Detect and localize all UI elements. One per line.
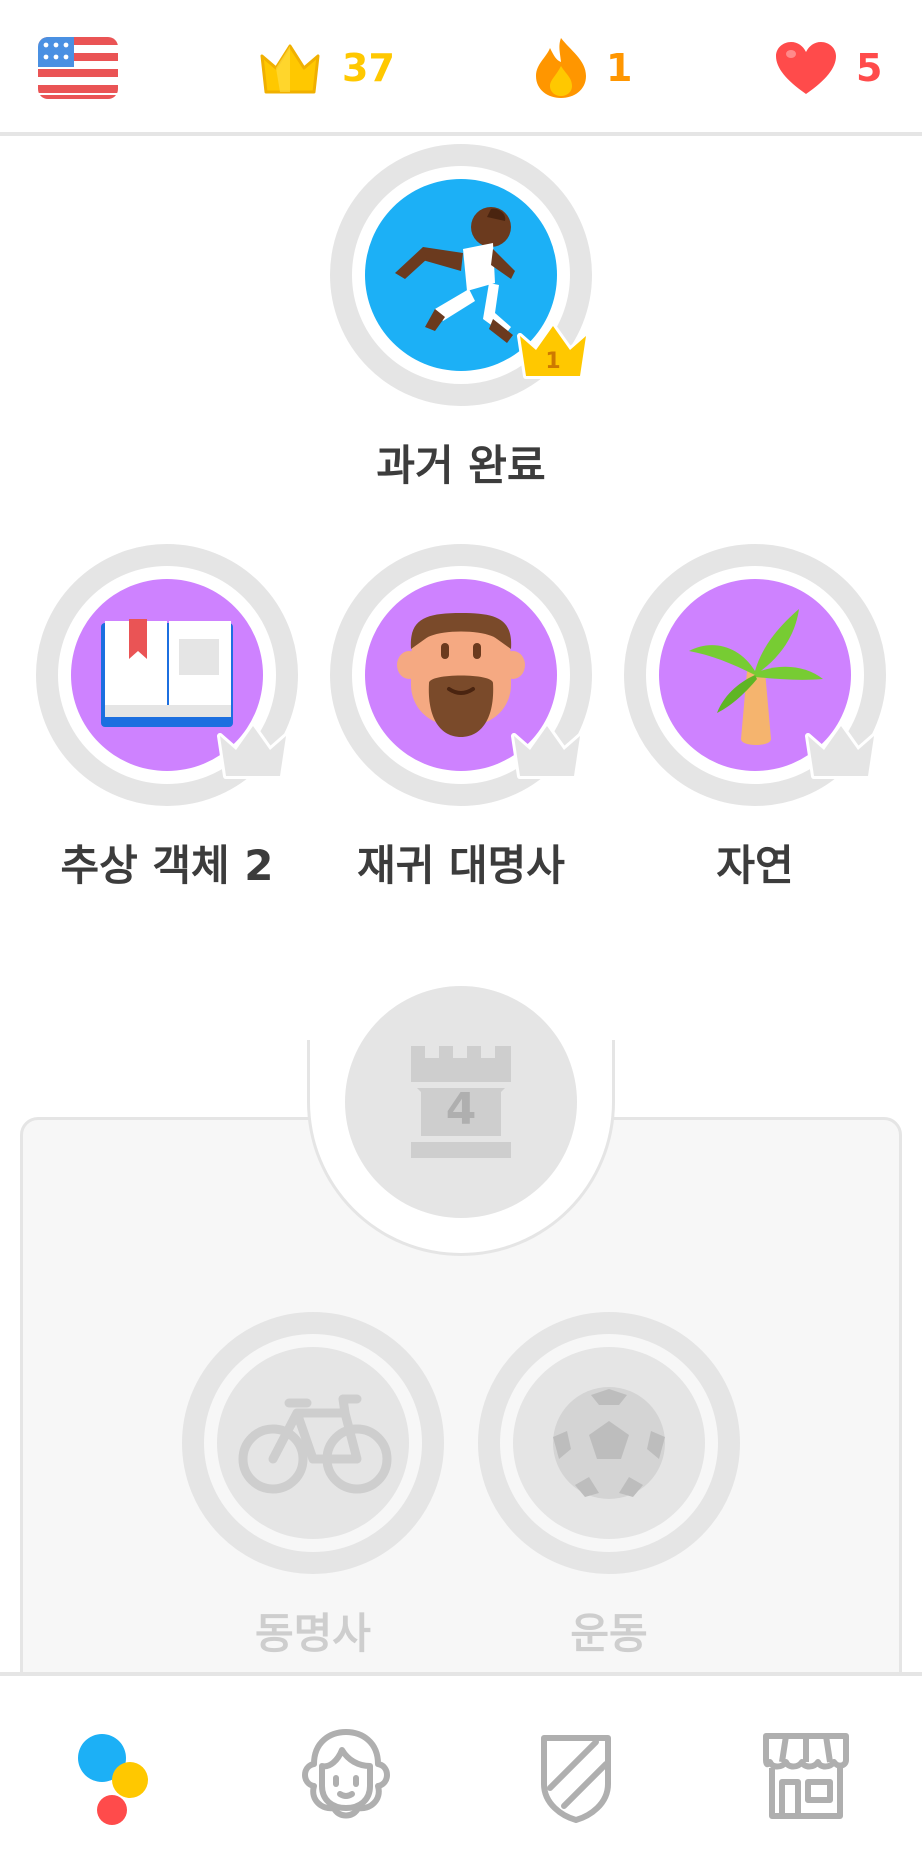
language-flag-button[interactable]	[38, 0, 118, 136]
crown-icon	[260, 44, 320, 94]
checkpoint-button[interactable]: 4	[345, 986, 577, 1218]
crown-icon	[805, 723, 877, 779]
nav-learn[interactable]	[62, 1726, 162, 1826]
streak-count: 1	[606, 46, 633, 90]
skill-disc	[513, 1347, 705, 1539]
nav-leaderboard[interactable]	[526, 1726, 626, 1826]
flame-icon	[536, 38, 586, 98]
skill-gerunds-locked[interactable]	[182, 1312, 444, 1574]
top-bar: 37 1 5	[0, 0, 922, 136]
skill-label: 동명사	[255, 1609, 371, 1658]
skill-label: 추상 객체 2	[60, 841, 274, 890]
skill-level-crown	[802, 720, 880, 786]
skill-nature[interactable]	[624, 544, 886, 806]
heart-icon	[776, 42, 836, 94]
learn-dots-icon	[78, 1734, 148, 1825]
skill-level-crown	[214, 720, 292, 786]
skill-level-crown	[508, 720, 586, 786]
skill-label: 과거 완료	[376, 441, 546, 490]
crown-icon	[217, 723, 289, 779]
soccer-ball-icon	[553, 1387, 665, 1499]
skill-label: 자연	[716, 841, 794, 890]
castle-icon: 4	[411, 1046, 511, 1158]
profile-icon	[302, 1729, 390, 1819]
hearts-counter[interactable]: 5	[774, 0, 882, 136]
bottom-navigation	[0, 1672, 922, 1863]
nav-profile[interactable]	[296, 1726, 396, 1826]
shield-icon	[541, 1735, 611, 1823]
skill-level-crown: 1	[514, 320, 592, 386]
skill-exercise-locked[interactable]	[478, 1312, 740, 1574]
checkpoint-number: 4	[446, 1084, 477, 1135]
skill-disc	[217, 1347, 409, 1539]
crown-icon: 1	[517, 323, 589, 379]
crowns-count: 37	[342, 46, 395, 90]
hearts-count: 5	[856, 46, 883, 90]
skill-label: 운동	[570, 1609, 648, 1658]
crown-icon	[511, 723, 583, 779]
streak-counter[interactable]: 1	[534, 0, 632, 136]
nav-shop[interactable]	[756, 1726, 856, 1826]
crowns-counter[interactable]: 37	[256, 0, 395, 136]
skill-past-perfect[interactable]: 1	[330, 144, 592, 406]
bicycle-icon	[238, 1394, 392, 1494]
skill-level-number: 1	[545, 349, 560, 374]
shop-icon	[763, 1733, 849, 1819]
skill-label: 재귀 대명사	[357, 841, 565, 890]
us-flag-icon	[38, 37, 118, 99]
skill-reflexive-pronouns[interactable]	[330, 544, 592, 806]
skill-abstract-objects-2[interactable]	[36, 544, 298, 806]
